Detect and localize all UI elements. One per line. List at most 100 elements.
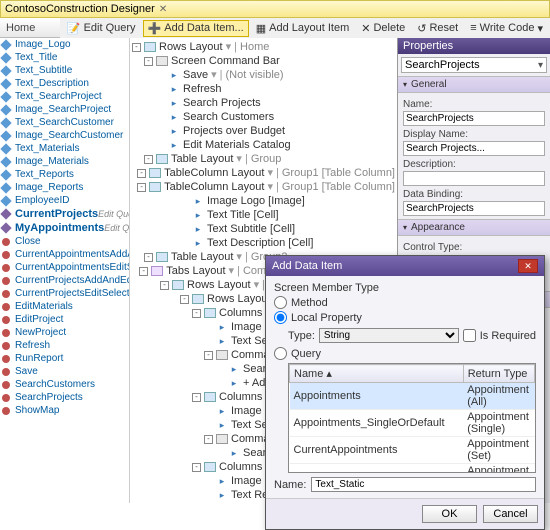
tree-node[interactable]: ▸Search Projects — [132, 96, 395, 110]
screen-method[interactable]: Save — [0, 365, 129, 378]
screen-member[interactable]: Image_Logo — [0, 38, 129, 51]
tree-node[interactable]: ▸Text Description [Cell] — [132, 236, 395, 250]
tree-toggle[interactable]: - — [204, 351, 213, 360]
tree-toggle[interactable]: - — [139, 267, 148, 276]
screen-method[interactable]: CurrentAppointmentsAddAndEditNew — [0, 248, 129, 261]
tab-close-icon[interactable]: ✕ — [159, 4, 167, 15]
prop-displayname-input[interactable] — [403, 141, 545, 156]
tree-toggle[interactable]: - — [192, 393, 201, 402]
write-code-button[interactable]: ≡Write Code▾ — [465, 20, 548, 37]
edit-query-button[interactable]: 📝Edit Query — [62, 20, 141, 37]
prop-description-input[interactable] — [403, 171, 545, 186]
tree-node[interactable]: ▸Save▾ |(Not visible) — [132, 68, 395, 82]
screen-query[interactable]: CurrentProjectsEdit Query — [0, 207, 129, 221]
tree-toggle[interactable]: - — [192, 309, 201, 318]
rows-icon — [172, 280, 184, 290]
tree-toggle[interactable]: - — [160, 281, 169, 290]
screen-member[interactable]: Text_Title — [0, 51, 129, 64]
query-row[interactable]: Appointments_SingleOrDefaultAppointment … — [290, 410, 535, 437]
screen-method[interactable]: SearchCustomers — [0, 378, 129, 391]
screen-member[interactable]: Text_Subtitle — [0, 64, 129, 77]
query-row[interactable]: AppointmentsAppointment (All) — [290, 383, 535, 410]
is-required-checkbox[interactable] — [463, 329, 476, 342]
tree-node[interactable]: ▸Refresh — [132, 82, 395, 96]
screen-member[interactable]: Image_Reports — [0, 181, 129, 194]
col-return[interactable]: Return Type — [463, 365, 534, 383]
tree-node[interactable]: -TableColumn Layout▾ |Group1 [Table Colu… — [132, 180, 395, 194]
add-data-item-dialog: Add Data Item ✕ Screen Member Type Metho… — [265, 255, 545, 530]
screen-member[interactable]: Image_SearchProject — [0, 103, 129, 116]
screen-method[interactable]: NewProject — [0, 326, 129, 339]
tree-toggle[interactable]: - — [192, 463, 201, 472]
screen-method[interactable]: CurrentProjectsAddAndEditNew — [0, 274, 129, 287]
tree-node[interactable]: ▸Text Title [Cell] — [132, 208, 395, 222]
screen-member[interactable]: Text_SearchProject — [0, 90, 129, 103]
bar-icon — [216, 434, 228, 444]
dialog-close-button[interactable]: ✕ — [518, 259, 538, 273]
tree-node[interactable]: ▸Projects over Budget — [132, 124, 395, 138]
tree-node[interactable]: ▸Edit Materials Catalog — [132, 138, 395, 152]
tree-node[interactable]: -Rows Layout▾ |Home — [132, 40, 395, 54]
tree-node[interactable]: -Screen Command Bar — [132, 54, 395, 68]
tree-node[interactable]: ▸Text Subtitle [Cell] — [132, 222, 395, 236]
method-icon — [2, 251, 10, 259]
property-selector[interactable]: SearchProjects — [401, 57, 547, 73]
screen-method[interactable]: ShowMap — [0, 404, 129, 417]
tree-node[interactable]: ▸Search Customers — [132, 110, 395, 124]
label-display-name: Display Name: — [403, 129, 545, 140]
screen-method[interactable]: CurrentAppointmentsEditSelected — [0, 261, 129, 274]
screen-member[interactable]: Text_Description — [0, 77, 129, 90]
add-layout-item-button[interactable]: ▦Add Layout Item — [251, 20, 355, 37]
screen-method[interactable]: SearchProjects — [0, 391, 129, 404]
screen-method[interactable]: RunReport — [0, 352, 129, 365]
screen-member[interactable]: Image_Materials — [0, 155, 129, 168]
opt-local-radio[interactable] — [274, 311, 287, 324]
query-grid[interactable]: Name ▴Return Type AppointmentsAppointmen… — [288, 363, 536, 473]
screen-method[interactable]: Close — [0, 235, 129, 248]
edit-query-link[interactable]: Edit Query — [98, 209, 130, 219]
tree-toggle[interactable]: - — [132, 43, 141, 52]
tree-node[interactable]: ▸Image Logo [Image] — [132, 194, 395, 208]
tree-toggle[interactable]: - — [180, 295, 189, 304]
tree-toggle[interactable]: - — [144, 253, 153, 262]
property-icon — [0, 143, 11, 154]
edit-query-link[interactable]: Edit Query — [104, 223, 130, 233]
label-description: Description: — [403, 159, 545, 170]
section-appearance[interactable]: Appearance — [398, 219, 550, 236]
col-name[interactable]: Name ▴ — [290, 365, 464, 383]
type-select[interactable]: String — [319, 328, 459, 343]
screen-method[interactable]: EditProject — [0, 313, 129, 326]
screen-query[interactable]: MyAppointmentsEdit Query — [0, 221, 129, 235]
query-row[interactable]: CurrentAppointmentsByCustomerAppointment… — [290, 464, 535, 474]
add-data-item-button[interactable]: ➕Add Data Item... — [143, 20, 249, 37]
dlg-name-input[interactable] — [311, 477, 536, 492]
delete-button[interactable]: ✕Delete — [356, 20, 410, 37]
tree-toggle[interactable]: - — [137, 169, 146, 178]
section-general[interactable]: General — [398, 76, 550, 93]
tree-toggle[interactable]: - — [144, 155, 153, 164]
screen-member[interactable]: EmployeeID — [0, 194, 129, 207]
tree-toggle[interactable]: - — [144, 57, 153, 66]
screen-member[interactable]: Text_Reports — [0, 168, 129, 181]
query-row[interactable]: CurrentAppointmentsAppointment (Set) — [290, 437, 535, 464]
tree-node[interactable]: -Table Layout▾ |Group — [132, 152, 395, 166]
tree-toggle[interactable]: - — [137, 183, 146, 192]
reset-button[interactable]: ↺Reset — [412, 20, 463, 37]
screen-member[interactable]: Text_Materials — [0, 142, 129, 155]
screen-method[interactable]: EditMaterials — [0, 300, 129, 313]
prop-databinding-input[interactable] — [403, 201, 545, 216]
screen-member[interactable]: Text_SearchCustomer — [0, 116, 129, 129]
screen-method[interactable]: CurrentProjectsEditSelected — [0, 287, 129, 300]
tree-node[interactable]: -TableColumn Layout▾ |Group1 [Table Colu… — [132, 166, 395, 180]
method-icon — [2, 355, 10, 363]
opt-query-radio[interactable] — [274, 347, 287, 360]
screen-member[interactable]: Image_SearchCustomer — [0, 129, 129, 142]
opt-method-radio[interactable] — [274, 296, 287, 309]
tree-toggle[interactable]: - — [204, 435, 213, 444]
dialog-titlebar[interactable]: Add Data Item ✕ — [266, 256, 544, 276]
screen-method[interactable]: Refresh — [0, 339, 129, 352]
cancel-button[interactable]: Cancel — [483, 505, 538, 523]
prop-name-input[interactable] — [403, 111, 545, 126]
ok-button[interactable]: OK — [422, 505, 477, 523]
leaf-icon: ▸ — [216, 336, 228, 346]
